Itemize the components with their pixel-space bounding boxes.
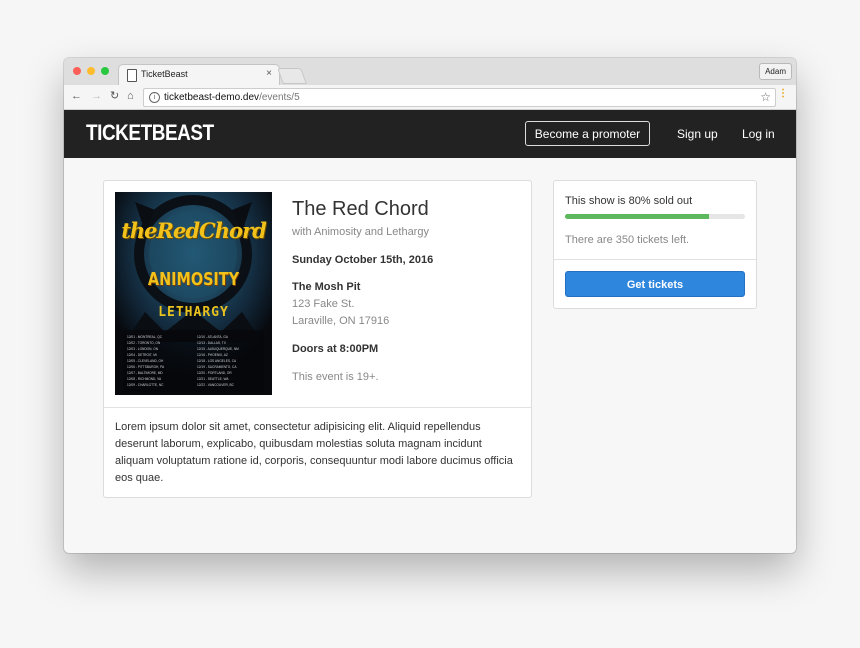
- star-icon[interactable]: ☆: [760, 90, 771, 104]
- svg-text:12/19 - SACRAMENTO, CA: 12/19 - SACRAMENTO, CA: [197, 365, 237, 369]
- event-date: Sunday October 15th, 2016: [292, 254, 434, 266]
- svg-text:12/18 - LOS ANGELES, CA: 12/18 - LOS ANGELES, CA: [197, 359, 237, 363]
- venue-name: The Mosh Pit: [292, 281, 361, 293]
- tickets-card: This show is 80% sold out There are 350 …: [553, 180, 757, 309]
- url-path: /events/5: [259, 92, 300, 103]
- tab-strip: TicketBeast × Adam: [64, 58, 796, 87]
- url-input[interactable]: i ticketbeast-demo.dev/events/5 ☆: [143, 88, 776, 107]
- site-navbar: TICKETBEAST Become a promoter Sign up Lo…: [64, 110, 796, 158]
- tickets-divider: [554, 259, 756, 260]
- age-restriction: This event is 19+.: [292, 371, 379, 383]
- svg-text:12/09 - CHARLOTTE, NC: 12/09 - CHARLOTTE, NC: [127, 383, 164, 387]
- login-link[interactable]: Log in: [742, 127, 775, 141]
- svg-text:12/02 - TORONTO, ON: 12/02 - TORONTO, ON: [127, 341, 161, 345]
- forward-icon[interactable]: →: [91, 90, 102, 103]
- brand-logo[interactable]: TICKETBEAST: [86, 120, 214, 146]
- svg-text:12/21 - SEATTLE, WA: 12/21 - SEATTLE, WA: [197, 377, 229, 381]
- become-promoter-button[interactable]: Become a promoter: [525, 121, 650, 146]
- svg-text:12/08 - RICHMOND, VA: 12/08 - RICHMOND, VA: [127, 377, 162, 381]
- reload-icon[interactable]: ↻: [110, 90, 119, 103]
- url-host: ticketbeast-demo.dev: [164, 92, 260, 103]
- svg-text:12/16 - PHOENIX, AZ: 12/16 - PHOENIX, AZ: [197, 353, 228, 357]
- event-subtitle: with Animosity and Lethargy: [292, 226, 429, 238]
- back-icon[interactable]: ←: [71, 90, 82, 103]
- poster-support-2: LETHARGY: [158, 305, 229, 320]
- svg-text:12/05 - CLEVELAND, OH: 12/05 - CLEVELAND, OH: [127, 359, 164, 363]
- url-text: ticketbeast-demo.dev/events/5: [164, 92, 300, 103]
- poster-band-name: theRedChord: [121, 218, 267, 243]
- get-tickets-button[interactable]: Get tickets: [565, 271, 745, 297]
- address-bar: ← → ↻ ⌂ i ticketbeast-demo.dev/events/5 …: [64, 85, 796, 110]
- event-card: 12/01 - MONTREAL, QC 12/10 - ATLANTA, GA …: [103, 180, 532, 498]
- svg-text:12/04 - DETROIT, MI: 12/04 - DETROIT, MI: [127, 353, 157, 357]
- venue-address-line2: Laraville, ON 17916: [292, 315, 390, 327]
- home-icon[interactable]: ⌂: [127, 90, 134, 103]
- card-divider: [104, 407, 531, 408]
- close-window-button[interactable]: [73, 67, 81, 75]
- document-icon: [127, 69, 137, 82]
- svg-text:12/10 - ATLANTA, GA: 12/10 - ATLANTA, GA: [197, 335, 229, 339]
- event-poster: 12/01 - MONTREAL, QC 12/10 - ATLANTA, GA …: [115, 192, 272, 395]
- poster-support-1: ANIMOSITY: [147, 269, 240, 290]
- svg-text:12/06 - PITTSBURGH, PA: 12/06 - PITTSBURGH, PA: [127, 365, 165, 369]
- browser-window: TicketBeast × Adam ← → ↻ ⌂ i ticketbeast…: [64, 58, 796, 553]
- svg-text:12/15 - ALBUQUERQUE, NM: 12/15 - ALBUQUERQUE, NM: [197, 347, 239, 351]
- tickets-remaining: There are 350 tickets left.: [565, 234, 690, 246]
- svg-text:12/22 - VANCOUVER, BC: 12/22 - VANCOUVER, BC: [197, 383, 235, 387]
- browser-tab[interactable]: TicketBeast ×: [118, 64, 280, 87]
- svg-text:12/07 - BALTIMORE, MD: 12/07 - BALTIMORE, MD: [127, 371, 163, 375]
- signup-link[interactable]: Sign up: [677, 127, 718, 141]
- svg-text:12/20 - PORTLAND, OR: 12/20 - PORTLAND, OR: [197, 371, 232, 375]
- svg-text:12/13 - DALLAS, TX: 12/13 - DALLAS, TX: [197, 341, 227, 345]
- info-icon[interactable]: i: [149, 92, 160, 103]
- sold-progress-bar: [565, 214, 745, 219]
- profile-button[interactable]: Adam: [759, 63, 792, 80]
- tab-title: TicketBeast: [141, 69, 188, 79]
- new-tab-button[interactable]: [277, 68, 307, 84]
- sold-progress-fill: [565, 214, 709, 219]
- tab-close-icon[interactable]: ×: [266, 68, 272, 79]
- doors-time: Doors at 8:00PM: [292, 343, 379, 355]
- event-title: The Red Chord: [292, 198, 429, 220]
- maximize-window-button[interactable]: [101, 67, 109, 75]
- svg-text:12/01 - MONTREAL, QC: 12/01 - MONTREAL, QC: [127, 335, 163, 339]
- svg-text:12/03 - LONDON, ON: 12/03 - LONDON, ON: [127, 347, 159, 351]
- venue-address-line1: 123 Fake St.: [292, 298, 355, 310]
- event-description: Lorem ipsum dolor sit amet, consectetur …: [115, 421, 513, 484]
- minimize-window-button[interactable]: [87, 67, 95, 75]
- menu-icon[interactable]: ⋮: [778, 89, 788, 99]
- sold-out-status: This show is 80% sold out: [565, 195, 693, 207]
